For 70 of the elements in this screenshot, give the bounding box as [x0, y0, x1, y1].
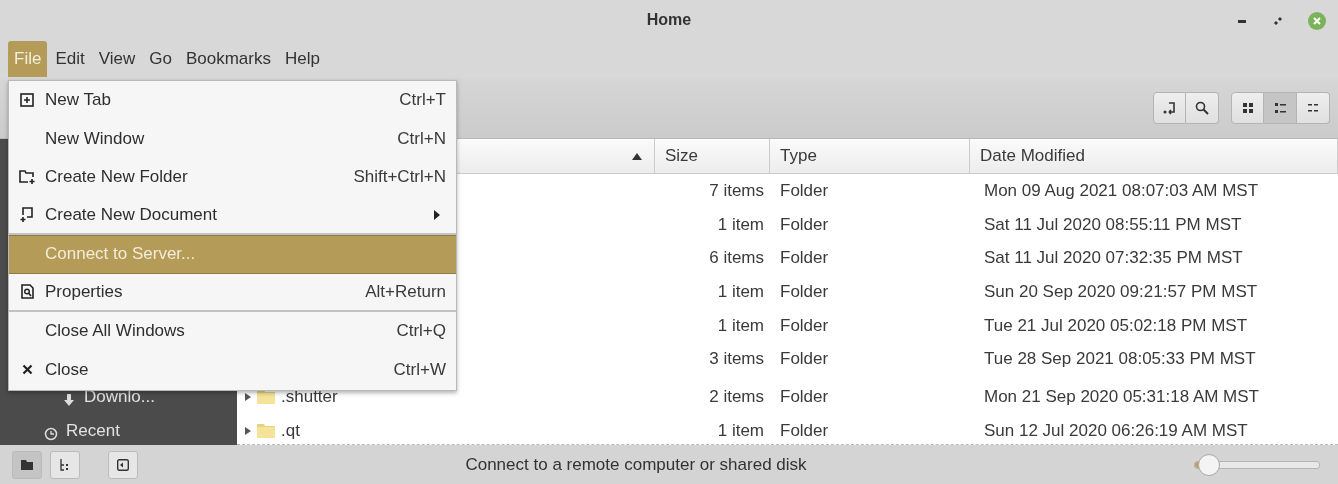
table-cell-text: Mon 21 Sep 2020 05:31:18 AM MST: [983, 386, 1260, 408]
tree-icon: [59, 458, 71, 471]
maximize-icon[interactable]: [1272, 15, 1284, 27]
clock-icon: [44, 427, 58, 441]
table-cell-text: 1 item: [716, 420, 765, 442]
places-button[interactable]: [12, 450, 42, 479]
table-cell-text: Folder: [779, 281, 830, 302]
menu-item[interactable]: New Window Ctrl+N: [9, 119, 456, 158]
table-cell-text: Folder: [779, 248, 830, 269]
submenu-arrow-icon: [434, 209, 440, 220]
sidebar-item[interactable]: Recent: [0, 409, 237, 443]
list-icon: [1274, 102, 1286, 114]
table-cell-text: Tue 28 Sep 2021 08:05:33 PM MST: [983, 349, 1257, 370]
menu-item[interactable]: View: [92, 41, 142, 77]
document-icon: [20, 284, 34, 300]
download-icon: [62, 393, 76, 408]
tree-view-button[interactable]: [50, 450, 80, 479]
table-cell-text: 2 items: [708, 386, 765, 408]
table-cell-text: Folder: [779, 180, 830, 201]
search-icon: [1195, 101, 1209, 115]
location-icon: [1162, 101, 1177, 115]
file-name: .shutter: [281, 386, 338, 407]
table-cell-text: Mon 09 Aug 2021 08:07:03 AM MST: [983, 180, 1260, 201]
status-message: Connect to a remote computer or shared disk: [464, 454, 808, 475]
grid-icon: [1241, 102, 1254, 114]
folder-icon: [21, 459, 33, 470]
menu-item[interactable]: Go: [143, 41, 178, 77]
expander-icon[interactable]: [245, 392, 251, 401]
new-folder-icon: [19, 170, 35, 185]
sidebar-icon: [117, 458, 129, 471]
column-header[interactable]: Size: [655, 139, 770, 173]
compact-list-icon: [1307, 102, 1319, 114]
table-cell-text: Folder: [779, 386, 830, 408]
menu-item[interactable]: Close All Windows Ctrl+Q: [9, 312, 456, 351]
table-cell-text: Folder: [779, 349, 830, 370]
table-cell-text: Folder: [779, 315, 830, 336]
menu-item[interactable]: Create New Folder Shift+Ctrl+N: [9, 158, 456, 197]
new-document-icon: [20, 207, 34, 223]
column-header[interactable]: Date Modified: [970, 139, 1338, 173]
slider-thumb[interactable]: [1198, 453, 1221, 476]
menu-item[interactable]: Edit: [49, 41, 91, 77]
menu-item[interactable]: Properties Alt+Return: [9, 273, 456, 312]
search-button[interactable]: [1186, 92, 1219, 124]
icon-view-button[interactable]: [1231, 92, 1264, 124]
toggle-location-button[interactable]: [1153, 92, 1186, 124]
table-cell-text: Tue 21 Jul 2020 05:02:18 PM MST: [983, 315, 1249, 336]
table-cell-text: 1 item: [716, 315, 765, 336]
table-cell-text: Folder: [779, 420, 830, 442]
file-name: .qt: [281, 420, 300, 441]
new-tab-icon: [20, 93, 34, 108]
table-cell-text: 1 item: [716, 281, 765, 302]
expander-icon[interactable]: [245, 426, 251, 435]
table-cell-text: 7 items: [708, 180, 765, 201]
column-header[interactable]: Type: [770, 139, 970, 173]
window-title: Home: [646, 11, 692, 29]
table-cell-text: 1 item: [716, 214, 765, 235]
table-cell-text: Sat 11 Jul 2020 08:55:11 PM MST: [983, 214, 1243, 235]
table-cell-text: Sun 20 Sep 2020 09:21:57 PM MST: [983, 281, 1259, 302]
menu-item[interactable]: Help: [278, 41, 326, 77]
sidebar-toggle-button[interactable]: [108, 450, 138, 479]
table-cell-text: Sun 12 Jul 2020 06:26:19 AM MST: [983, 420, 1249, 442]
folder-icon: [257, 423, 275, 438]
close-icon: [21, 364, 33, 376]
table-cell-text: 6 items: [708, 248, 765, 269]
table-cell-text: Sat 11 Jul 2020 07:32:35 PM MST: [983, 248, 1244, 269]
list-view-button[interactable]: [1264, 92, 1297, 124]
menu-item[interactable]: Bookmarks: [179, 41, 277, 77]
zoom-slider[interactable]: [1194, 453, 1320, 476]
table-cell-text: Folder: [779, 214, 830, 235]
table-cell-text: 3 items: [708, 349, 765, 370]
